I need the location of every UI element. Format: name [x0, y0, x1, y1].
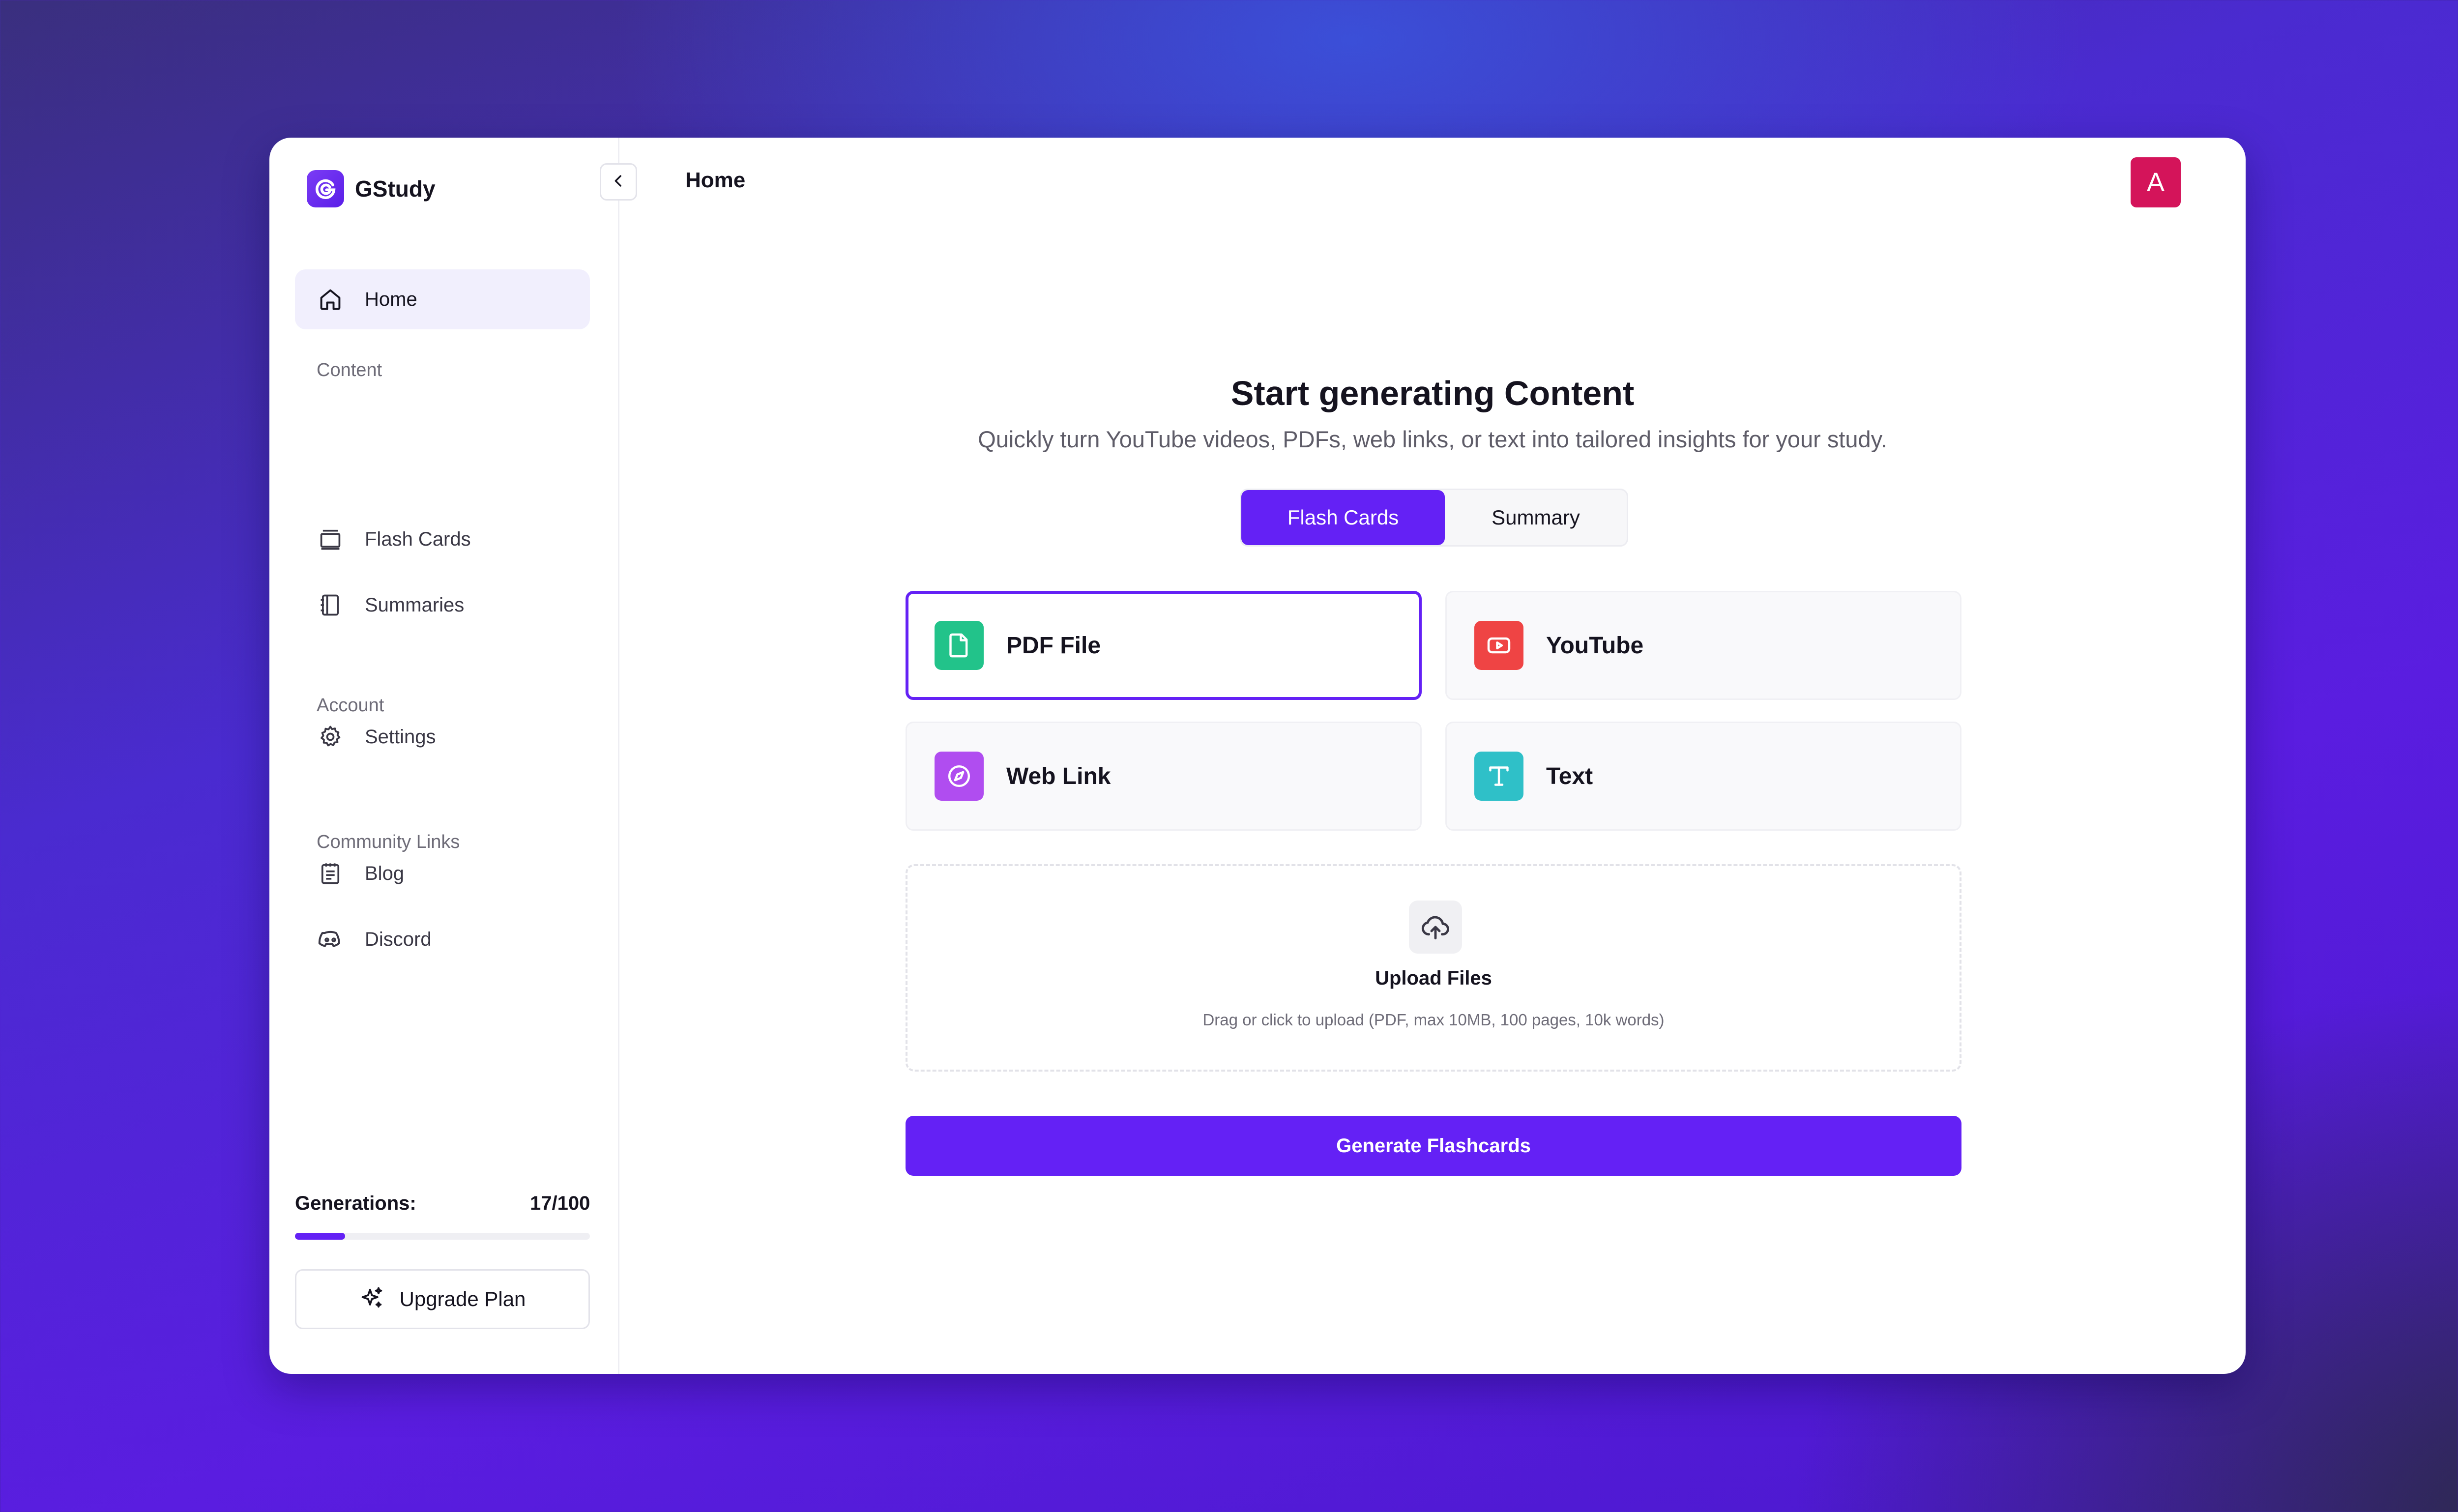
- sidebar-item-blog[interactable]: Blog: [295, 843, 590, 903]
- sidebar-item-label: Settings: [365, 726, 436, 748]
- source-card-weblink[interactable]: Web Link: [906, 722, 1422, 831]
- youtube-icon: [1474, 621, 1523, 670]
- sparkles-icon: [359, 1285, 385, 1313]
- home-icon: [317, 286, 344, 313]
- upgrade-plan-label: Upgrade Plan: [399, 1287, 526, 1310]
- chevron-left-icon: [610, 173, 627, 192]
- hero-title: Start generating Content: [1230, 374, 1635, 412]
- sidebar-item-label: Blog: [365, 862, 405, 884]
- cards-icon: [317, 525, 344, 553]
- cloud-upload-icon: [1409, 901, 1462, 954]
- source-card-pdf[interactable]: PDF File: [906, 591, 1422, 700]
- source-label-weblink: Web Link: [1006, 763, 1111, 789]
- collapse-sidebar-button[interactable]: [600, 163, 637, 201]
- sidebar: GStudy Home Content Flash Cards Summarie…: [269, 138, 619, 1374]
- generate-flashcards-button[interactable]: Generate Flashcards: [906, 1116, 1961, 1176]
- generations-count: 17/100: [530, 1192, 590, 1214]
- source-label-youtube: YouTube: [1546, 632, 1644, 659]
- text-t-icon: [1474, 752, 1523, 801]
- sidebar-item-label: Flash Cards: [365, 528, 471, 550]
- tab-summary[interactable]: Summary: [1445, 490, 1627, 545]
- upload-dropzone[interactable]: Upload Files Drag or click to upload (PD…: [906, 864, 1961, 1072]
- generations-progress-fill: [295, 1233, 345, 1240]
- generations-progress-bar: [295, 1233, 590, 1240]
- app-window: GStudy Home Content Flash Cards Summarie…: [269, 138, 2246, 1374]
- hero-subtitle: Quickly turn YouTube videos, PDFs, web l…: [978, 426, 1887, 452]
- upload-hint: Drag or click to upload (PDF, max 10MB, …: [1202, 1011, 1665, 1029]
- sidebar-item-label: Summaries: [365, 594, 465, 616]
- logo[interactable]: GStudy: [307, 170, 436, 207]
- gear-icon: [317, 723, 344, 751]
- sidebar-item-label: Discord: [365, 928, 432, 950]
- mode-toggle: Flash Cards Summary: [1240, 489, 1628, 547]
- tab-flash-cards[interactable]: Flash Cards: [1241, 490, 1445, 545]
- sidebar-item-flash-cards[interactable]: Flash Cards: [295, 509, 590, 569]
- generations-label: Generations:: [295, 1192, 416, 1214]
- page-title: Home: [685, 168, 746, 192]
- source-label-text: Text: [1546, 763, 1593, 789]
- app-name: GStudy: [355, 176, 436, 202]
- sidebar-item-settings[interactable]: Settings: [295, 707, 590, 767]
- upload-title: Upload Files: [1375, 967, 1492, 989]
- sidebar-item-label: Home: [365, 288, 417, 310]
- file-icon: [935, 621, 984, 670]
- notepad-icon: [317, 860, 344, 887]
- source-card-youtube[interactable]: YouTube: [1445, 591, 1961, 700]
- upgrade-plan-button[interactable]: Upgrade Plan: [295, 1269, 590, 1329]
- sidebar-item-summaries[interactable]: Summaries: [295, 575, 590, 635]
- discord-icon: [317, 926, 344, 953]
- notebook-icon: [317, 591, 344, 619]
- source-label-pdf: PDF File: [1006, 632, 1101, 659]
- gstudy-logo-icon: [307, 170, 344, 207]
- sidebar-item-discord[interactable]: Discord: [295, 909, 590, 969]
- section-label-content: Content: [317, 360, 382, 380]
- avatar[interactable]: A: [2131, 157, 2181, 207]
- sidebar-item-home[interactable]: Home: [295, 269, 590, 329]
- source-card-text[interactable]: Text: [1445, 722, 1961, 831]
- compass-icon: [935, 752, 984, 801]
